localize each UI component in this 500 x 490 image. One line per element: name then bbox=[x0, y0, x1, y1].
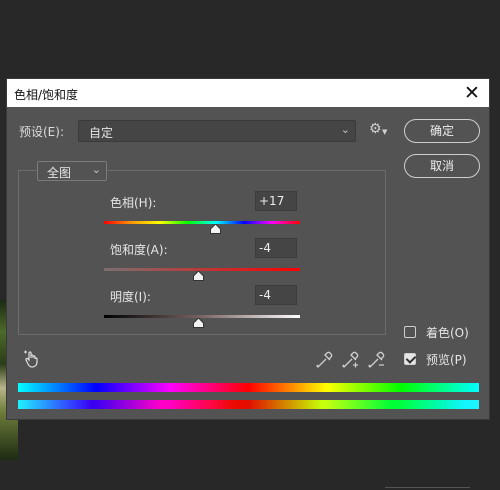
colorize-checkbox[interactable] bbox=[404, 326, 416, 338]
preset-value: 自定 bbox=[89, 126, 114, 140]
chevron-down-icon: ⌄ bbox=[340, 123, 350, 136]
gear-icon[interactable]: ⚙ ▼ bbox=[369, 121, 391, 141]
hand-adjust-icon[interactable] bbox=[23, 350, 41, 368]
source-color-bar bbox=[18, 383, 479, 392]
preview-checkbox[interactable] bbox=[404, 353, 416, 365]
eyedropper-icon[interactable] bbox=[315, 349, 335, 369]
channel-dropdown[interactable]: 全图 ⌄ bbox=[37, 161, 107, 181]
hue-saturation-dialog: 色相/饱和度 ✕ 预设(E): 自定 ⌄ ⚙ ▼ 确定 取消 全图 ⌄ 色相(H)… bbox=[6, 78, 490, 420]
hue-slider-track[interactable] bbox=[104, 221, 300, 224]
preset-dropdown[interactable]: 自定 ⌄ bbox=[78, 120, 356, 142]
caret-down-icon: ▼ bbox=[382, 128, 388, 136]
hue-label: 色相(H): bbox=[110, 196, 157, 210]
eyedropper-add-icon[interactable] bbox=[341, 349, 361, 369]
lightness-slider-thumb[interactable] bbox=[192, 318, 204, 328]
hue-slider-thumb[interactable] bbox=[210, 224, 222, 234]
preset-label: 预设(E): bbox=[19, 125, 64, 139]
saturation-label: 饱和度(A): bbox=[110, 243, 168, 257]
lightness-label: 明度(I): bbox=[110, 290, 151, 304]
ok-button[interactable]: 确定 bbox=[404, 119, 480, 143]
adjustment-group bbox=[18, 170, 386, 335]
background-divider bbox=[385, 487, 470, 488]
lightness-value-input[interactable]: -4 bbox=[255, 285, 297, 305]
dialog-title: 色相/饱和度 bbox=[14, 88, 79, 102]
close-icon[interactable]: ✕ bbox=[461, 82, 483, 104]
eyedropper-subtract-icon[interactable] bbox=[367, 349, 387, 369]
saturation-value-input[interactable]: -4 bbox=[255, 238, 297, 258]
channel-value: 全图 bbox=[47, 166, 72, 180]
hue-value-input[interactable]: +17 bbox=[255, 191, 297, 211]
result-color-bar bbox=[18, 400, 479, 409]
cancel-button[interactable]: 取消 bbox=[404, 154, 480, 178]
dialog-titlebar[interactable]: 色相/饱和度 ✕ bbox=[7, 79, 489, 107]
saturation-slider-thumb[interactable] bbox=[192, 271, 204, 281]
colorize-label: 着色(O) bbox=[426, 326, 469, 340]
preview-label: 预览(P) bbox=[426, 353, 467, 367]
chevron-down-icon: ⌄ bbox=[91, 163, 101, 176]
